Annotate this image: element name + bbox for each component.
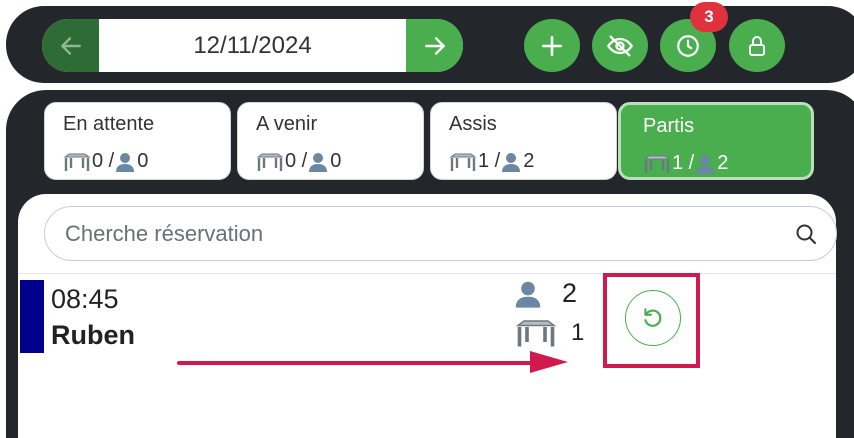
plus-icon <box>542 35 562 56</box>
status-card-assis[interactable]: Assis 1 / 2 <box>430 102 617 180</box>
next-day-button[interactable] <box>406 19 463 72</box>
table-icon <box>256 152 284 172</box>
guests-count: 2 <box>523 150 535 172</box>
tables-count: 0 <box>92 150 104 172</box>
tables-count: 1 <box>672 152 684 174</box>
eye-off-icon <box>607 35 633 56</box>
restore-reservation-button[interactable] <box>625 290 681 346</box>
search-bar <box>44 206 837 261</box>
person-icon <box>694 153 716 175</box>
divider <box>18 273 836 274</box>
separator: / <box>489 150 501 172</box>
search-input[interactable] <box>65 220 794 247</box>
status-card-title: En attente <box>63 113 155 135</box>
status-card-title: A venir <box>256 113 318 135</box>
person-icon <box>114 151 136 173</box>
arrow-right-icon <box>424 36 445 55</box>
previous-day-button[interactable] <box>42 19 99 72</box>
reservation-guests: 2 <box>512 278 577 309</box>
rotate-ccw-icon <box>644 308 662 327</box>
table-icon <box>643 154 671 174</box>
tables-count: 0 <box>285 150 297 172</box>
guests-count: 2 <box>562 278 578 308</box>
search-icon[interactable] <box>794 222 818 246</box>
guests-count: 0 <box>137 150 149 172</box>
status-card-title: Partis <box>643 115 695 137</box>
person-icon <box>307 151 329 173</box>
date-navigator: 12/11/2024 <box>42 19 463 72</box>
person-icon <box>515 281 541 308</box>
reservation-color-tag <box>20 280 44 353</box>
person-icon <box>500 151 522 173</box>
reservation-tables: 1 <box>515 318 584 348</box>
clock-icon <box>677 34 699 57</box>
guests-count: 0 <box>330 150 342 172</box>
notification-badge: 3 <box>690 2 728 32</box>
arrow-left-icon <box>60 36 81 55</box>
separator: / <box>103 150 115 172</box>
lock-icon <box>749 35 765 56</box>
status-card-counts: 0 / 0 <box>256 150 405 173</box>
status-card-title: Assis <box>449 113 497 135</box>
status-card-counts: 1 / 2 <box>643 152 793 175</box>
lock-button[interactable] <box>729 19 785 72</box>
hide-button[interactable] <box>592 19 648 72</box>
tables-count: 1 <box>571 319 585 346</box>
annotation-arrow <box>177 351 568 373</box>
status-card-counts: 0 / 0 <box>63 150 212 173</box>
status-card-partis[interactable]: Partis 1 / 2 <box>618 102 814 180</box>
reservation-time: 08:45 <box>51 284 119 314</box>
guests-count: 2 <box>717 152 729 174</box>
table-icon <box>515 320 557 347</box>
status-card-en-attente[interactable]: En attente 0 / 0 <box>44 102 231 180</box>
separator: / <box>296 150 308 172</box>
add-reservation-button[interactable] <box>524 19 580 72</box>
tables-count: 1 <box>478 150 490 172</box>
status-card-counts: 1 / 2 <box>449 150 598 173</box>
table-icon <box>63 152 91 172</box>
current-date[interactable]: 12/11/2024 <box>99 19 406 72</box>
reservation-name: Ruben <box>51 320 135 350</box>
table-icon <box>449 152 477 172</box>
separator: / <box>683 152 695 174</box>
status-card-a-venir[interactable]: A venir 0 / 0 <box>237 102 424 180</box>
